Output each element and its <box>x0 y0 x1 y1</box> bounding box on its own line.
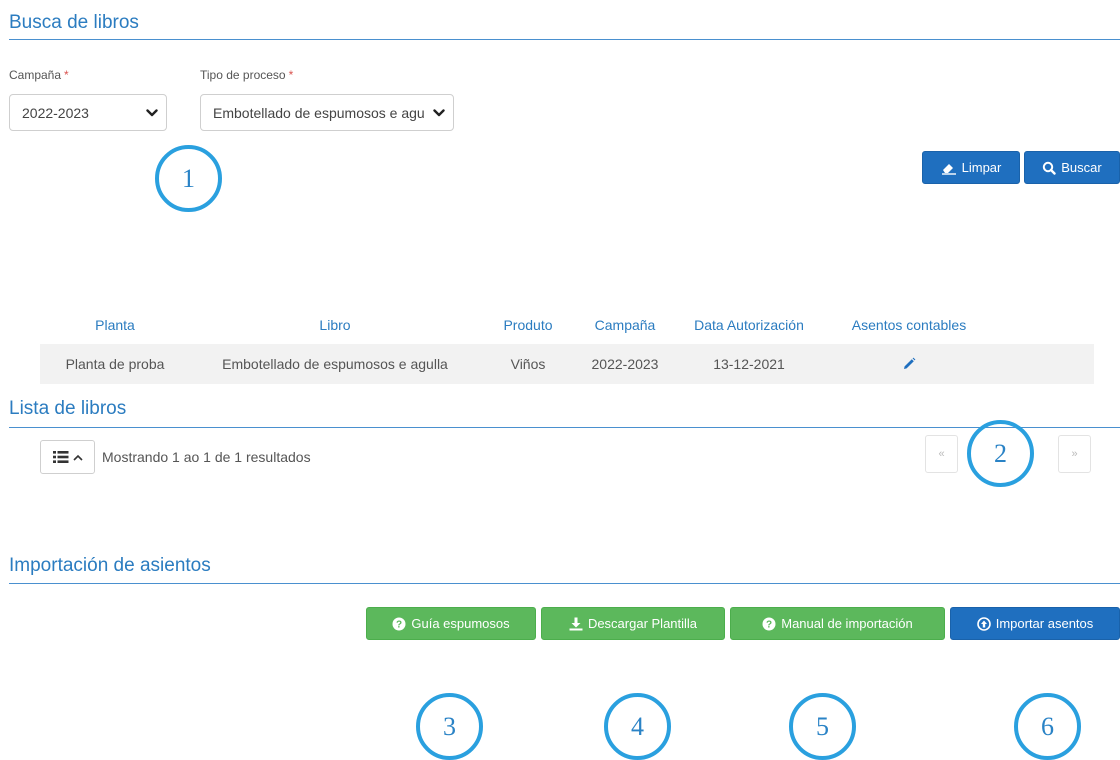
process-type-label: Tipo de proceso * <box>200 68 294 82</box>
clear-button-label: Limpar <box>961 160 1002 175</box>
pencil-icon[interactable] <box>902 357 916 371</box>
callout-marker: 5 <box>789 693 856 760</box>
callout-marker: 3 <box>416 693 483 760</box>
search-button-label: Buscar <box>1061 160 1102 175</box>
cell-asentos-contables <box>824 357 994 371</box>
import-entries-button[interactable]: Importar asentos <box>950 607 1120 640</box>
callout-marker: 4 <box>604 693 671 760</box>
import-manual-button[interactable]: ? Manual de importación <box>730 607 945 640</box>
import-manual-label: Manual de importación <box>781 616 913 631</box>
question-circle-icon: ? <box>392 617 406 631</box>
cell-libro: Embotellado de espumosos e agulla <box>222 356 448 372</box>
svg-text:?: ? <box>766 619 772 630</box>
chevron-up-icon <box>72 454 83 461</box>
chevron-down-icon <box>425 108 453 117</box>
list-section-title: Lista de libros <box>9 398 127 419</box>
import-section-divider <box>9 583 1120 584</box>
column-header-produto[interactable]: Produto <box>480 317 576 333</box>
campaign-select[interactable]: 2022-2023 <box>9 94 167 131</box>
upload-circle-icon <box>976 616 991 631</box>
campaign-select-value: 2022-2023 <box>22 104 89 121</box>
books-table: Planta Libro Produto Campaña Data Autori… <box>40 306 1094 384</box>
column-header-planta[interactable]: Planta <box>40 317 190 333</box>
column-header-libro[interactable]: Libro <box>190 317 480 333</box>
clear-button[interactable]: Limpar <box>922 151 1020 184</box>
search-section-title: Busca de libros <box>9 12 139 33</box>
search-section-divider <box>9 39 1120 40</box>
table-header: Planta Libro Produto Campaña Data Autori… <box>40 306 1094 344</box>
cell-data-autorizacion: 13-12-2021 <box>713 356 785 372</box>
pagination-prev-button[interactable]: « <box>925 435 958 473</box>
required-mark: * <box>288 68 294 82</box>
column-header-data-autorizacion[interactable]: Data Autorización <box>674 317 824 333</box>
list-icon <box>52 451 69 463</box>
question-circle-icon: ? <box>762 617 776 631</box>
download-icon <box>569 617 583 631</box>
guide-espumosos-label: Guía espumosos <box>411 616 510 631</box>
download-template-label: Descargar Plantilla <box>587 616 698 631</box>
chevron-down-icon <box>138 108 166 117</box>
campaign-label: Campaña * <box>9 68 69 82</box>
cell-campana: 2022-2023 <box>591 356 659 372</box>
list-section-divider <box>9 427 1120 428</box>
column-toggle-button[interactable] <box>40 440 95 474</box>
required-mark: * <box>64 68 69 82</box>
column-header-campana[interactable]: Campaña <box>576 317 674 333</box>
column-header-asentos-contables[interactable]: Asentos contables <box>824 317 994 333</box>
guide-espumosos-button[interactable]: ? Guía espumosos <box>366 607 536 640</box>
callout-marker: 6 <box>1014 693 1081 760</box>
search-button[interactable]: Buscar <box>1024 151 1120 184</box>
import-entries-label: Importar asentos <box>995 616 1094 631</box>
pagination-next-button[interactable]: » <box>1058 435 1091 473</box>
cell-produto: Viños <box>510 356 546 372</box>
download-template-button[interactable]: Descargar Plantilla <box>541 607 725 640</box>
results-summary: Mostrando 1 ao 1 de 1 resultados <box>102 449 311 465</box>
import-section-title: Importación de asientos <box>9 555 211 576</box>
cell-planta: Planta de proba <box>65 356 165 372</box>
process-type-select-value: Embotellado de espumosos e agulla <box>213 104 425 121</box>
callout-marker: 1 <box>155 145 222 212</box>
search-icon <box>1042 161 1056 175</box>
callout-marker: 2 <box>967 420 1034 487</box>
svg-text:?: ? <box>396 619 402 630</box>
eraser-icon <box>941 161 957 175</box>
process-type-select[interactable]: Embotellado de espumosos e agulla <box>200 94 454 131</box>
table-row: Planta de proba Embotellado de espumosos… <box>40 344 1094 384</box>
